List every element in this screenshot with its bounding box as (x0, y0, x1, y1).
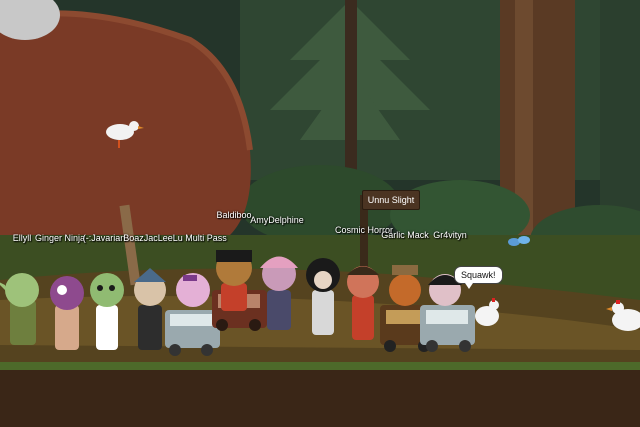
player-name-garlic-mack[interactable]: Garlic Mack (381, 230, 429, 240)
signpost-label: Unnu Slight (362, 190, 420, 210)
avatar-cosmic-horror (306, 258, 340, 335)
avatar-baldiboo (216, 250, 252, 311)
avatar-boazjacleelu (134, 268, 166, 350)
player-name-ellyll[interactable]: Ellyll (13, 233, 32, 243)
player-name-ginger-ninja[interactable]: Ginger Ninja (35, 233, 85, 243)
avatar-javarian (90, 273, 124, 350)
avatar-garlic-mack (347, 266, 379, 340)
player-name-boazjacleelu-multi-pass[interactable]: BoazJacLeeLu Multi Pass (123, 233, 227, 243)
player-name-javarian[interactable]: (-:Javarian (83, 233, 126, 243)
avatar-ginger-ninja (50, 276, 84, 350)
player-name-baldiboo[interactable]: Baldiboo (216, 210, 251, 220)
speech-bubble: Squawk! (454, 266, 503, 289)
player-name-amydelphine[interactable]: AmyDelphine (250, 215, 304, 225)
avatar-gr4vityn (389, 265, 462, 306)
game-scene[interactable]: Unnu Slight Squawk! Ellyll Ginger Ninja … (0, 0, 640, 427)
player-name-gr4vityn[interactable]: Gr4vityn (433, 230, 467, 240)
avatar-ellyll (0, 273, 39, 345)
avatars (0, 250, 462, 350)
avatar-amydelphine (260, 256, 298, 330)
avatar-multi-pass (176, 273, 210, 307)
